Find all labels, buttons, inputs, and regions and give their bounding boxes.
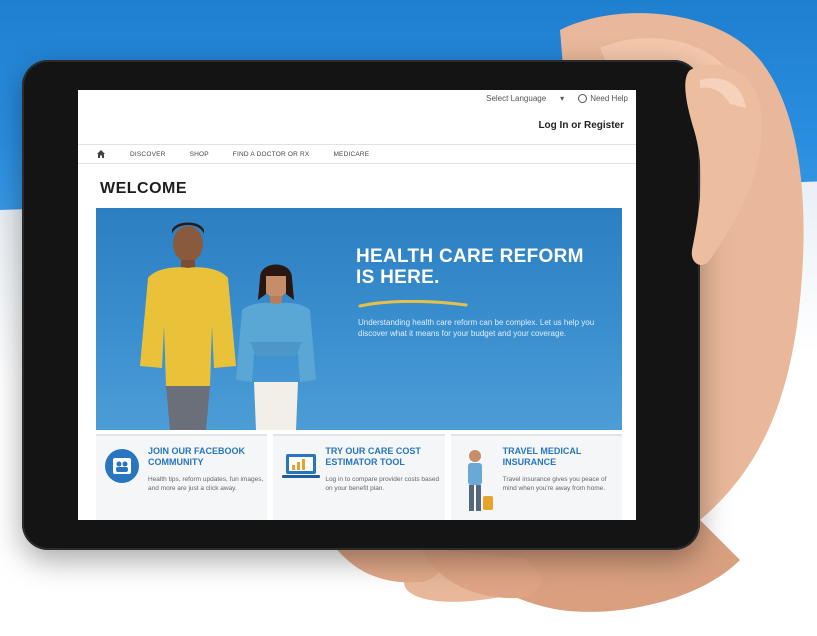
nav-item-medicare[interactable]: MEDICARE bbox=[333, 151, 369, 158]
chevron-down-icon: ▾ bbox=[560, 94, 565, 103]
card-travel-text: Travel insurance gives you peace of mind… bbox=[502, 476, 607, 492]
card-cost-estimator[interactable]: TRY OUR CARE COST ESTIMATOR TOOL Log in … bbox=[273, 434, 445, 520]
nav-item-shop[interactable]: SHOP bbox=[190, 151, 209, 158]
card-travel-insurance[interactable]: TRAVEL MEDICAL INSURANCE Travel insuranc… bbox=[450, 434, 622, 520]
feature-cards: JOIN OUR FACEBOOK COMMUNITY Health tips,… bbox=[96, 434, 622, 520]
hero-title: HEALTH CARE REFORM IS HERE. bbox=[356, 246, 616, 289]
login-register-link[interactable]: Log In or Register bbox=[538, 120, 624, 131]
card-facebook-text: Health tips, reform updates, fun images,… bbox=[148, 476, 264, 492]
card-cost-estimator-title[interactable]: TRY OUR CARE COST ESTIMATOR TOOL bbox=[325, 446, 443, 468]
hero-swoosh bbox=[358, 300, 468, 308]
tablet-screen: Select Language ▾ Need Help Log In or Re… bbox=[78, 90, 636, 520]
laptop-chart-icon bbox=[281, 448, 321, 489]
hero-title-line2: IS HERE. bbox=[356, 267, 440, 289]
nav-item-discover[interactable]: DISCOVER bbox=[130, 151, 166, 158]
card-travel-title[interactable]: TRAVEL MEDICAL INSURANCE bbox=[503, 446, 621, 468]
traveler-icon bbox=[459, 448, 495, 520]
card-cost-estimator-text: Log in to compare provider costs based o… bbox=[325, 476, 440, 492]
need-help-label: Need Help bbox=[590, 94, 628, 103]
help-icon bbox=[578, 94, 588, 103]
hero-description: Understanding health care reform can be … bbox=[358, 318, 595, 338]
card-facebook[interactable]: JOIN OUR FACEBOOK COMMUNITY Health tips,… bbox=[96, 434, 268, 520]
nav-item-find-doctor[interactable]: FIND A DOCTOR OR RX bbox=[233, 151, 310, 158]
page-title: WELCOME bbox=[100, 180, 188, 197]
need-help-link[interactable]: Need Help bbox=[578, 94, 628, 103]
card-facebook-title[interactable]: JOIN OUR FACEBOOK COMMUNITY bbox=[148, 446, 266, 468]
select-language-dropdown[interactable]: Select Language bbox=[486, 94, 546, 103]
hero-banner[interactable]: HEALTH CARE REFORM IS HERE. Understandin… bbox=[96, 208, 622, 430]
utility-bar: Select Language ▾ Need Help bbox=[486, 94, 628, 103]
main-nav: DISCOVER SHOP FIND A DOCTOR OR RX MEDICA… bbox=[78, 144, 636, 164]
hero-title-line1: HEALTH CARE REFORM bbox=[356, 246, 584, 267]
thumb-illustration bbox=[685, 64, 763, 265]
hero-woman-image bbox=[236, 264, 316, 430]
home-icon[interactable] bbox=[96, 149, 106, 159]
facebook-community-icon bbox=[104, 448, 140, 489]
